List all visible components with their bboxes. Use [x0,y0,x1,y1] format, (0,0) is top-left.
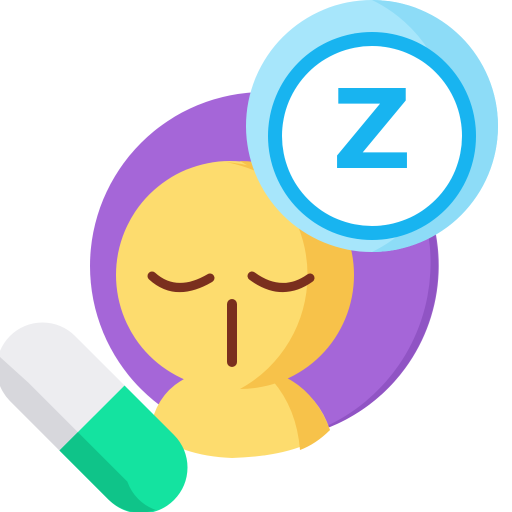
sleep-z-letter: Z [332,66,412,194]
sleep-pill-illustration: Z [0,0,512,512]
sleep-icon-svg: Z [0,0,498,512]
sleep-bubble: Z [246,0,498,252]
